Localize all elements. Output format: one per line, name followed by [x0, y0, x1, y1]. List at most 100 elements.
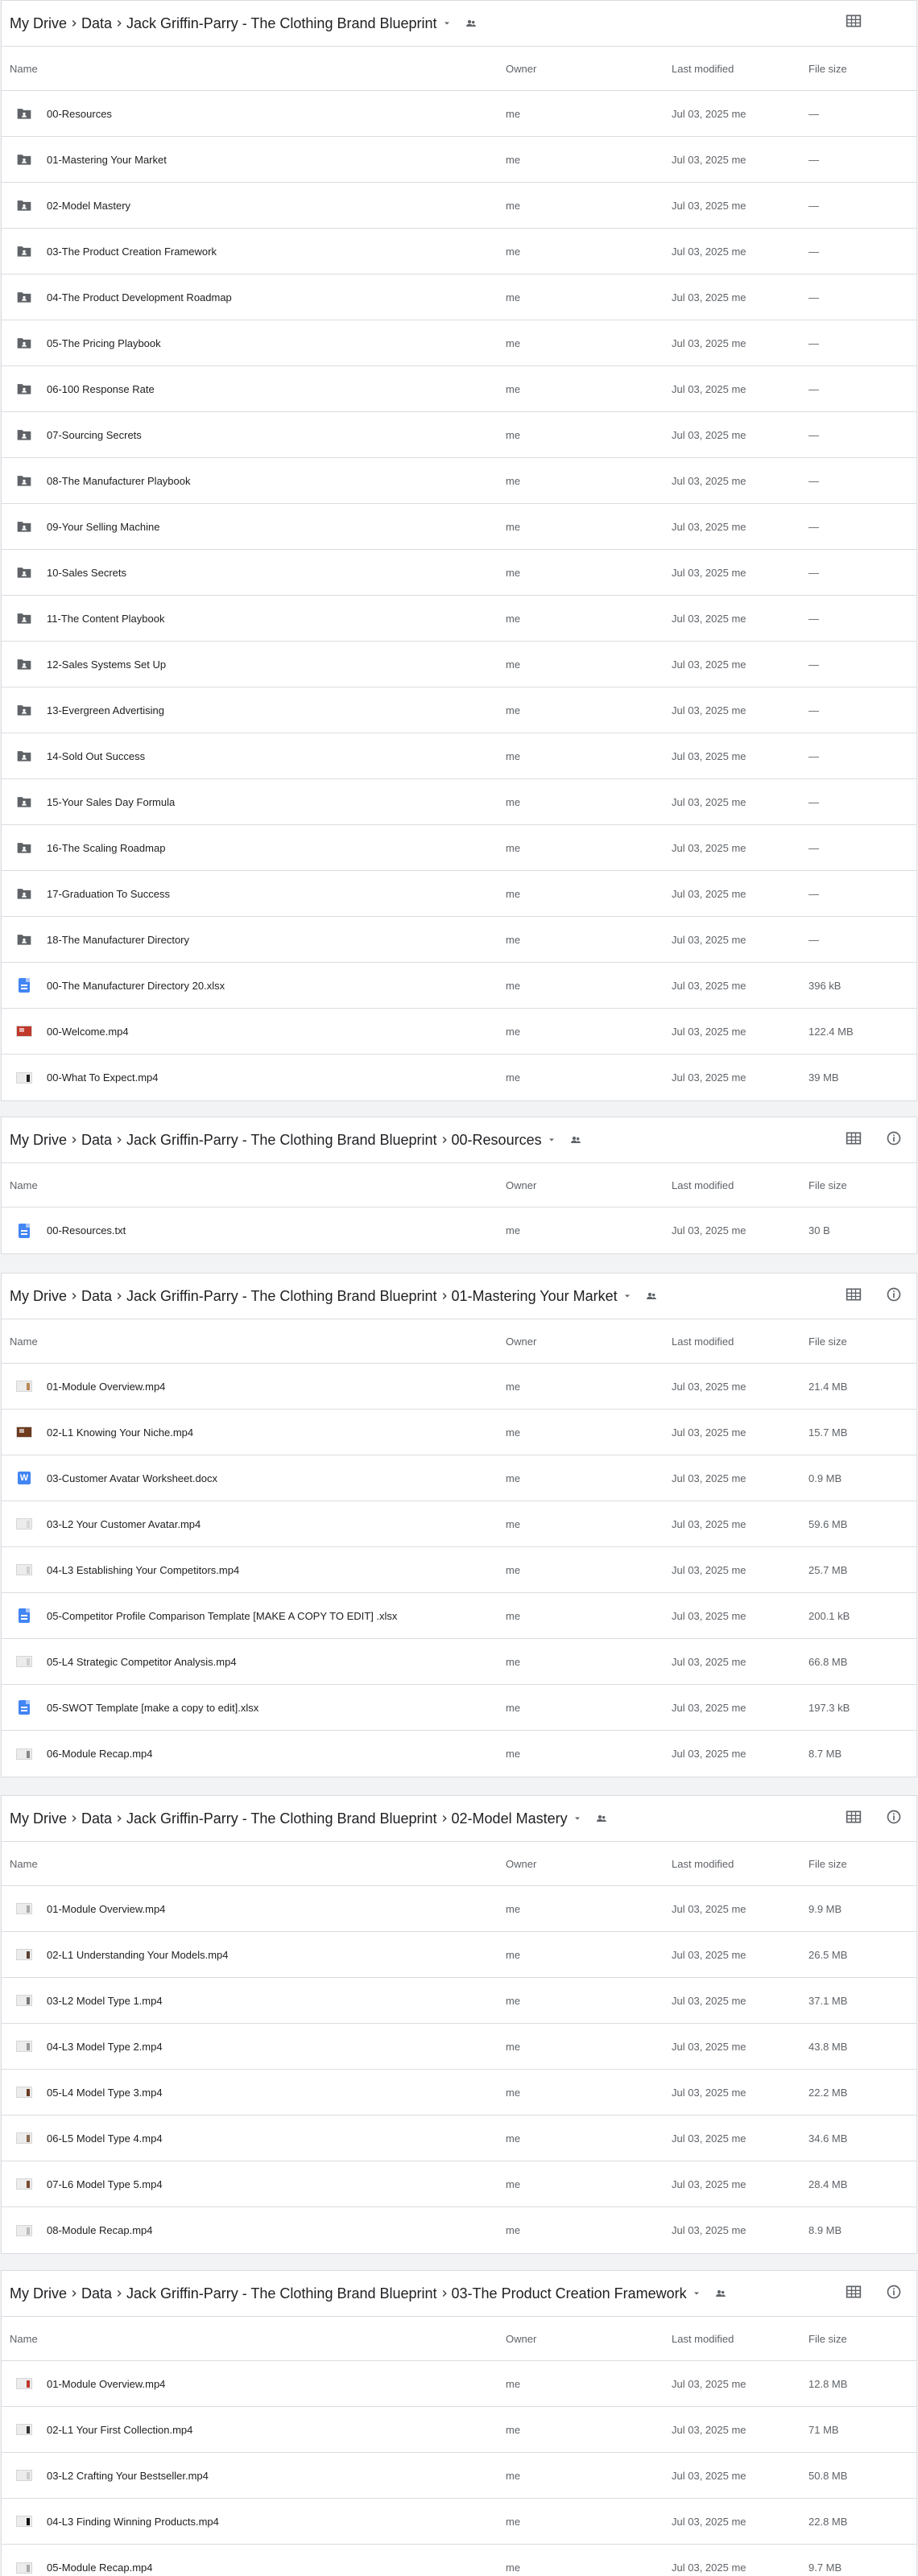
column-modified-header[interactable]: Last modified	[672, 1858, 734, 1870]
grid-view-icon[interactable]	[846, 2285, 862, 2299]
file-name[interactable]: 04-L3 Establishing Your Competitors.mp4	[47, 1564, 239, 1576]
file-name[interactable]: 03-L2 Crafting Your Bestseller.mp4	[47, 2470, 209, 2482]
file-row[interactable]: 00-Welcome.mp4 me Jul 03, 2025 me 122.4 MB	[2, 1009, 916, 1055]
file-row[interactable]: 06-Module Recap.mp4 me Jul 03, 2025 me 8.7 …	[2, 1731, 916, 1777]
dropdown-arrow-icon[interactable]	[692, 2289, 701, 2298]
breadcrumb-item[interactable]: My Drive	[10, 1132, 67, 1149]
column-size-header[interactable]: File size	[808, 1858, 847, 1870]
file-name[interactable]: 04-L3 Model Type 2.mp4	[47, 2041, 163, 2053]
file-row[interactable]: W 03-Customer Avatar Worksheet.docx me Jul …	[2, 1455, 916, 1501]
file-name[interactable]: 05-SWOT Template [make a copy to edit].x…	[47, 1702, 258, 1714]
file-row[interactable]: 04-L3 Establishing Your Competitors.mp4 m…	[2, 1547, 916, 1593]
breadcrumb-item[interactable]: Data	[81, 2285, 112, 2302]
file-row[interactable]: 04-L3 Finding Winning Products.mp4 me Jul …	[2, 2499, 916, 2545]
column-modified-header[interactable]: Last modified	[672, 63, 734, 75]
breadcrumb-item[interactable]: Data	[81, 1810, 112, 1827]
info-icon[interactable]	[886, 2284, 902, 2300]
file-name[interactable]: 01-Module Overview.mp4	[47, 2378, 165, 2390]
grid-view-icon[interactable]	[846, 1131, 862, 1146]
breadcrumb-item[interactable]: Data	[81, 1132, 112, 1149]
file-name[interactable]: 07-L6 Model Type 5.mp4	[47, 2178, 163, 2190]
file-name[interactable]: 12-Sales Systems Set Up	[47, 658, 166, 671]
column-size-header[interactable]: File size	[808, 1179, 847, 1191]
file-name[interactable]: 08-Module Recap.mp4	[47, 2224, 153, 2236]
info-icon[interactable]	[886, 1130, 902, 1146]
breadcrumb-item[interactable]: My Drive	[10, 1288, 67, 1305]
file-name[interactable]: 05-L4 Model Type 3.mp4	[47, 2087, 163, 2099]
column-name-header[interactable]: Name	[10, 1858, 38, 1870]
file-name[interactable]: 04-L3 Finding Winning Products.mp4	[47, 2516, 219, 2528]
info-icon[interactable]	[886, 1286, 902, 1302]
file-row[interactable]: 03-L2 Model Type 1.mp4 me Jul 03, 2025 me 3…	[2, 1978, 916, 2024]
folder-row[interactable]: 18-The Manufacturer Directory me Jul 03, 2…	[2, 917, 916, 963]
file-name[interactable]: 01-Module Overview.mp4	[47, 1903, 165, 1915]
grid-view-icon[interactable]	[846, 14, 862, 28]
dropdown-arrow-icon[interactable]	[547, 1135, 556, 1145]
folder-row[interactable]: 09-Your Selling Machine me Jul 03, 2025 me…	[2, 504, 916, 550]
folder-row[interactable]: 02-Model Mastery me Jul 03, 2025 me —	[2, 183, 916, 229]
file-name[interactable]: 05-L4 Strategic Competitor Analysis.mp4	[47, 1656, 237, 1668]
file-row[interactable]: 05-L4 Strategic Competitor Analysis.mp4 m…	[2, 1639, 916, 1685]
column-modified-header[interactable]: Last modified	[672, 1335, 734, 1348]
file-name[interactable]: 00-Welcome.mp4	[47, 1026, 129, 1038]
column-name-header[interactable]: Name	[10, 2333, 38, 2345]
column-size-header[interactable]: File size	[808, 1335, 847, 1348]
folder-row[interactable]: 15-Your Sales Day Formula me Jul 03, 2025 …	[2, 779, 916, 825]
file-name[interactable]: 00-What To Expect.mp4	[47, 1071, 159, 1084]
breadcrumb-item[interactable]: Jack Griffin-Parry - The Clothing Brand …	[126, 2285, 437, 2302]
file-name[interactable]: 03-Customer Avatar Worksheet.docx	[47, 1472, 217, 1484]
grid-view-icon[interactable]	[846, 1287, 862, 1302]
breadcrumb-item[interactable]: 01-Mastering Your Market	[452, 1288, 618, 1305]
file-name[interactable]: 02-L1 Your First Collection.mp4	[47, 2424, 192, 2436]
folder-row[interactable]: 08-The Manufacturer Playbook me Jul 03, 20…	[2, 458, 916, 504]
file-name[interactable]: 00-Resources.txt	[47, 1224, 126, 1236]
file-name[interactable]: 08-The Manufacturer Playbook	[47, 475, 190, 487]
file-name[interactable]: 04-The Product Development Roadmap	[47, 291, 232, 303]
file-row[interactable]: 05-Module Recap.mp4 me Jul 03, 2025 me 9.7 …	[2, 2545, 916, 2576]
folder-row[interactable]: 13-Evergreen Advertising me Jul 03, 2025 m…	[2, 687, 916, 733]
column-modified-header[interactable]: Last modified	[672, 2333, 734, 2345]
grid-view-icon[interactable]	[846, 1810, 862, 1824]
file-row[interactable]: 02-L1 Understanding Your Models.mp4 me Jul…	[2, 1932, 916, 1978]
file-name[interactable]: 02-L1 Understanding Your Models.mp4	[47, 1949, 228, 1961]
folder-row[interactable]: 06-100 Response Rate me Jul 03, 2025 me —	[2, 366, 916, 412]
file-name[interactable]: 09-Your Selling Machine	[47, 521, 159, 533]
info-icon[interactable]	[886, 1809, 902, 1825]
file-name[interactable]: 11-The Content Playbook	[47, 613, 164, 625]
file-name[interactable]: 14-Sold Out Success	[47, 750, 145, 762]
folder-row[interactable]: 10-Sales Secrets me Jul 03, 2025 me —	[2, 550, 916, 596]
file-name[interactable]: 03-The Product Creation Framework	[47, 246, 217, 258]
file-row[interactable]: 01-Module Overview.mp4 me Jul 03, 2025 me 1…	[2, 2361, 916, 2407]
folder-row[interactable]: 11-The Content Playbook me Jul 03, 2025 me…	[2, 596, 916, 642]
folder-row[interactable]: 05-The Pricing Playbook me Jul 03, 2025 me…	[2, 320, 916, 366]
file-row[interactable]: 05-Competitor Profile Comparison Templat…	[2, 1593, 916, 1639]
file-row[interactable]: 03-L2 Crafting Your Bestseller.mp4 me Jul …	[2, 2453, 916, 2499]
breadcrumb-item[interactable]: Data	[81, 1288, 112, 1305]
file-name[interactable]: 01-Mastering Your Market	[47, 154, 167, 166]
column-size-header[interactable]: File size	[808, 2333, 847, 2345]
folder-row[interactable]: 17-Graduation To Success me Jul 03, 2025 m…	[2, 871, 916, 917]
file-name[interactable]: 06-100 Response Rate	[47, 383, 155, 395]
column-name-header[interactable]: Name	[10, 1335, 38, 1348]
breadcrumb-item[interactable]: Jack Griffin-Parry - The Clothing Brand …	[126, 1132, 437, 1149]
folder-row[interactable]: 04-The Product Development Roadmap me Jul …	[2, 275, 916, 320]
file-name[interactable]: 05-Competitor Profile Comparison Templat…	[47, 1610, 397, 1622]
file-name[interactable]: 05-The Pricing Playbook	[47, 337, 161, 349]
column-modified-header[interactable]: Last modified	[672, 1179, 734, 1191]
file-name[interactable]: 05-Module Recap.mp4	[47, 2562, 153, 2574]
file-name[interactable]: 03-L2 Model Type 1.mp4	[47, 1995, 163, 2007]
file-row[interactable]: 06-L5 Model Type 4.mp4 me Jul 03, 2025 me 3…	[2, 2116, 916, 2161]
file-row[interactable]: 07-L6 Model Type 5.mp4 me Jul 03, 2025 me 2…	[2, 2161, 916, 2207]
folder-row[interactable]: 14-Sold Out Success me Jul 03, 2025 me —	[2, 733, 916, 779]
file-row[interactable]: 01-Module Overview.mp4 me Jul 03, 2025 me 2…	[2, 1364, 916, 1410]
breadcrumb-item[interactable]: Jack Griffin-Parry - The Clothing Brand …	[126, 1810, 437, 1827]
file-name[interactable]: 00-Resources	[47, 108, 112, 120]
file-name[interactable]: 15-Your Sales Day Formula	[47, 796, 175, 808]
dropdown-arrow-icon[interactable]	[622, 1291, 632, 1301]
breadcrumb-item[interactable]: 00-Resources	[452, 1132, 542, 1149]
file-row[interactable]: 00-Resources.txt me Jul 03, 2025 me 30 B	[2, 1208, 916, 1253]
file-name[interactable]: 01-Module Overview.mp4	[47, 1381, 165, 1393]
breadcrumb-item[interactable]: My Drive	[10, 2285, 67, 2302]
folder-row[interactable]: 00-Resources me Jul 03, 2025 me —	[2, 91, 916, 137]
dropdown-arrow-icon[interactable]	[442, 19, 452, 28]
